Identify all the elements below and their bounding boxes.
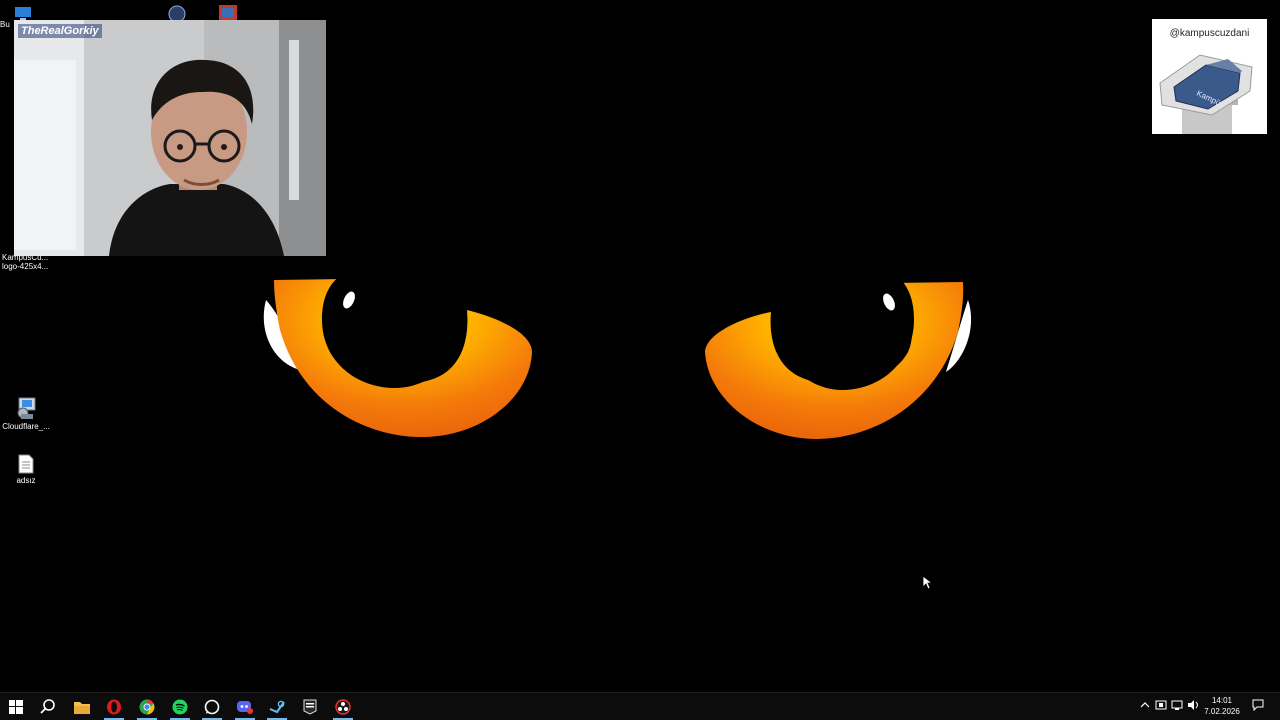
mouse-cursor-icon — [922, 575, 932, 590]
file-explorer-button[interactable] — [66, 693, 98, 720]
wallet-logo-icon: Kampüs — [1159, 54, 1253, 134]
left-eye — [263, 262, 532, 438]
epic-games-button[interactable] — [294, 693, 326, 720]
desktop-icon-cloudflare[interactable]: Cloudflare_... — [0, 396, 52, 431]
chrome-button[interactable] — [131, 693, 163, 720]
folder-icon — [74, 701, 90, 714]
sponsor-handle: @kampuscuzdani — [1169, 28, 1250, 39]
desktop-icon-label: Cloudflare_... — [2, 422, 50, 431]
whatsapp-button[interactable] — [196, 693, 228, 720]
clock-date: 7.02.2026 — [1204, 707, 1240, 716]
start-button[interactable] — [0, 693, 32, 720]
clock-time: 14:01 — [1211, 696, 1233, 705]
obs-button[interactable] — [327, 693, 359, 720]
discord-icon — [237, 700, 253, 714]
chrome-icon — [139, 699, 155, 714]
search-icon — [40, 698, 55, 714]
windows-icon — [9, 699, 23, 714]
tray-app-icon[interactable] — [1155, 699, 1167, 711]
volume-icon[interactable] — [1187, 699, 1199, 711]
steam-button[interactable] — [261, 693, 293, 720]
steam-icon — [269, 700, 285, 713]
opera-button[interactable] — [98, 693, 130, 720]
webcam-feed — [14, 20, 326, 256]
chevron-up-icon[interactable] — [1140, 699, 1150, 711]
search-button[interactable] — [32, 693, 64, 720]
spotify-icon — [172, 699, 188, 714]
installer-icon — [17, 397, 36, 419]
taskbar: 14:01 7.02.2026 — [0, 692, 1280, 720]
network-icon[interactable] — [1171, 699, 1183, 711]
text-file-icon — [18, 454, 34, 474]
spotify-button[interactable] — [164, 693, 196, 720]
whatsapp-icon — [204, 699, 220, 714]
webcam-overlay: TheRealGorkiy — [14, 20, 326, 256]
right-eye — [705, 262, 972, 440]
discord-button[interactable] — [229, 693, 261, 720]
desktop-icon-adsiz[interactable]: adsız — [0, 454, 52, 485]
sponsor-logo-card: @kampuscuzdani Kampüs — [1152, 19, 1267, 134]
notification-icon[interactable] — [1252, 699, 1264, 711]
opera-icon — [107, 699, 121, 714]
obs-icon — [335, 698, 351, 715]
taskbar-clock[interactable]: 14:01 7.02.2026 — [1200, 695, 1244, 717]
webcam-streamer-name: TheRealGorkiy — [18, 24, 102, 38]
epic-games-icon — [303, 699, 317, 715]
desktop-icon-label: adsız — [16, 476, 36, 485]
